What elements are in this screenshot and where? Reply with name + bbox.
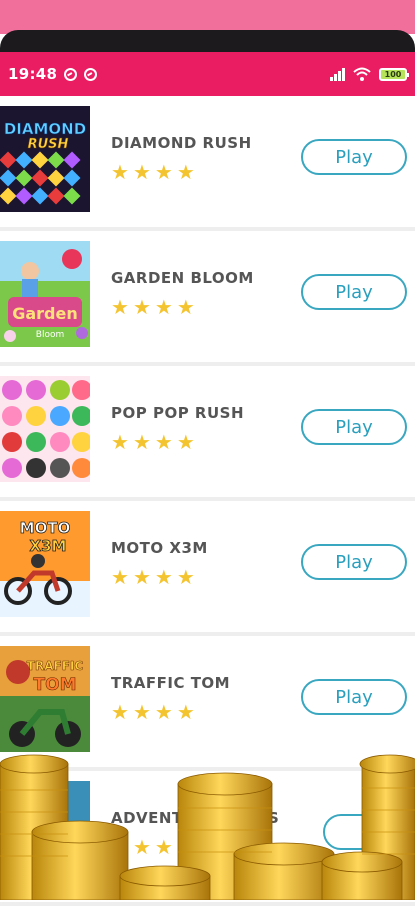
game-thumbnail-diamond-rush[interactable]: DIAMOND RUSH — [0, 106, 90, 212]
star-icon: ★ — [132, 700, 151, 724]
game-row: POP POP RUSH ★ ★ ★ ★ Play — [0, 366, 415, 501]
play-button[interactable]: Play — [301, 139, 407, 175]
play-button[interactable]: Play — [301, 409, 407, 445]
star-icon: ★ — [111, 160, 129, 184]
game-thumbnail[interactable] — [68, 781, 90, 887]
play-button[interactable]: Play — [301, 544, 407, 580]
star-icon: ★ — [132, 295, 151, 319]
notification-icon — [64, 67, 78, 81]
star-icon: ★ — [111, 565, 129, 589]
star-icon: ★ — [132, 835, 151, 859]
thumb-title: DIAMOND — [4, 120, 86, 138]
battery-icon: 100 — [379, 67, 409, 81]
star-icon: ★ — [111, 430, 129, 454]
thumb-title: MOTO — [20, 519, 71, 537]
game-thumbnail-garden-bloom[interactable]: Garden Bloom — [0, 241, 90, 347]
game-row: Garden Bloom GARDEN BLOOM ★ ★ ★ ★ Play — [0, 231, 415, 366]
star-rating: ★ ★ ★ ★ — [111, 162, 195, 182]
star-icon: ★ — [154, 565, 173, 589]
star-icon: ★ — [176, 700, 195, 724]
signal-icon — [330, 67, 345, 81]
play-button[interactable] — [323, 814, 415, 850]
star-icon: ★ — [111, 295, 129, 319]
star-rating: ★ ★ ★ ★ — [111, 837, 195, 857]
game-name: MOTO X3M — [111, 539, 208, 557]
game-row: MOTO X3M MOTO X3M ★ ★ ★ ★ Play — [0, 501, 415, 636]
thumb-title: Garden — [12, 304, 78, 323]
game-row: TRAFFIC TOM TRAFFIC TOM ★ ★ ★ ★ Play — [0, 636, 415, 771]
game-name: GARDEN BLOOM — [111, 269, 254, 287]
game-thumbnail-pop-pop-rush[interactable] — [0, 376, 90, 482]
game-name-tail: RS — [256, 809, 280, 827]
game-row: ADVENT RS ★ ★ ★ ★ — [0, 771, 415, 906]
sync-icon — [84, 67, 98, 81]
star-rating: ★ ★ ★ ★ — [111, 432, 195, 452]
star-icon: ★ — [176, 565, 195, 589]
thumb-title: TRAFFIC — [27, 659, 84, 673]
device-frame — [0, 30, 415, 52]
star-icon: ★ — [154, 295, 173, 319]
game-row: DIAMOND RUSH DIAMOND RUSH ★ ★ ★ ★ Play — [0, 96, 415, 231]
star-icon: ★ — [132, 565, 151, 589]
game-name: TRAFFIC TOM — [111, 674, 231, 692]
star-rating: ★ ★ ★ ★ — [111, 567, 195, 587]
star-icon: ★ — [154, 160, 173, 184]
star-icon: ★ — [111, 700, 129, 724]
top-banner — [0, 0, 415, 34]
thumb-subtitle: X3M — [30, 537, 67, 555]
play-button[interactable]: Play — [301, 274, 407, 310]
play-button[interactable]: Play — [301, 679, 407, 715]
star-icon: ★ — [176, 295, 195, 319]
thumb-subtitle: TOM — [34, 675, 77, 695]
game-name: ADVENT — [111, 809, 183, 827]
game-thumbnail-moto-x3m[interactable]: MOTO X3M — [0, 511, 90, 617]
wifi-icon — [353, 67, 371, 81]
clock: 19:48 — [8, 65, 58, 83]
status-bar: 19:48 100 — [0, 52, 415, 96]
game-name: POP POP RUSH — [111, 404, 245, 422]
star-icon: ★ — [176, 430, 195, 454]
star-icon: ★ — [154, 430, 173, 454]
thumb-subtitle: Bloom — [36, 330, 64, 340]
game-name: DIAMOND RUSH — [111, 134, 252, 152]
star-icon: ★ — [132, 430, 151, 454]
game-list: DIAMOND RUSH DIAMOND RUSH ★ ★ ★ ★ Play G… — [0, 96, 415, 906]
star-icon: ★ — [176, 835, 195, 859]
star-icon: ★ — [132, 160, 151, 184]
star-rating: ★ ★ ★ ★ — [111, 702, 195, 722]
star-icon: ★ — [111, 835, 129, 859]
game-thumbnail-traffic-tom[interactable]: TRAFFIC TOM — [0, 646, 90, 752]
thumb-subtitle: RUSH — [28, 137, 69, 152]
star-rating: ★ ★ ★ ★ — [111, 297, 195, 317]
star-icon: ★ — [154, 700, 173, 724]
star-icon: ★ — [176, 160, 195, 184]
star-icon: ★ — [154, 835, 173, 859]
